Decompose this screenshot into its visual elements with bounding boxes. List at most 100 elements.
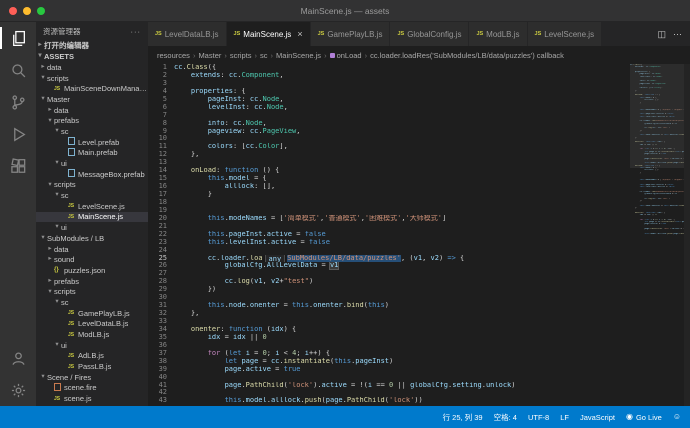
code-line[interactable]: 29 }) — [148, 286, 690, 294]
close-button[interactable] — [9, 7, 17, 15]
code-line[interactable]: 1cc.Class({ — [148, 64, 690, 72]
zoom-button[interactable] — [37, 7, 45, 15]
tree-folder[interactable]: ▾sc — [36, 297, 148, 308]
tab-mainscene-js[interactable]: JSMainScene.js× — [227, 22, 311, 46]
code-line[interactable]: 41 page.PathChild('lock').active = !(i =… — [148, 382, 690, 390]
settings-gear-icon[interactable] — [0, 374, 36, 406]
code-line[interactable]: 20 this.modeNames = ['简单模式','普通模式','困难模式… — [148, 215, 690, 223]
code-line[interactable]: 17 } — [148, 191, 690, 199]
minimize-button[interactable] — [23, 7, 31, 15]
extensions-icon[interactable] — [0, 150, 36, 182]
tree-folder[interactable]: ▾prefabs — [36, 115, 148, 126]
code-line[interactable]: 10 — [148, 135, 690, 143]
tree-folder[interactable]: ▾scripts — [36, 73, 148, 84]
tree-file[interactable]: JSPassLB.js — [36, 361, 148, 372]
assets-section[interactable]: ▾ ASSETS — [36, 51, 148, 62]
code-line[interactable]: 4 properties: { — [148, 88, 690, 96]
code-line[interactable]: 21 — [148, 223, 690, 231]
tree-file[interactable]: JSMainScene.js — [36, 212, 148, 223]
tree-file[interactable]: Main.prefab — [36, 148, 148, 159]
code-line[interactable]: 35 idx = idx || 0 — [148, 334, 690, 342]
tree-folder[interactable]: ▸data — [36, 244, 148, 255]
more-actions-icon[interactable]: ⋯ — [673, 29, 682, 40]
open-editors-section[interactable]: ▸ 打开的编辑器 — [36, 40, 148, 51]
tree-file[interactable]: JSAdLB.js — [36, 351, 148, 362]
code-line[interactable]: 32 }, — [148, 310, 690, 318]
code-line[interactable]: 13 — [148, 159, 690, 167]
go-live[interactable]: ◉Go Live — [626, 413, 662, 422]
code-line[interactable]: 34 onenter: function (idx) { — [148, 326, 690, 334]
breadcrumb-item[interactable]: onLoad — [330, 51, 362, 60]
code-line[interactable]: 12 }, — [148, 151, 690, 159]
code-line[interactable]: 19 — [148, 207, 690, 215]
tree-file[interactable]: {}puzzles.json — [36, 265, 148, 276]
code-line[interactable]: 15 this.model = { — [148, 175, 690, 183]
code-line[interactable]: 8 info: cc.Node, — [148, 120, 690, 128]
split-editor-icon[interactable]: ◫ — [657, 29, 666, 40]
code-line[interactable]: 18 — [148, 199, 690, 207]
code-line[interactable]: 7 — [148, 112, 690, 120]
code-line[interactable]: 43 this.model.alllock.push(page.PathChil… — [148, 397, 690, 405]
tree-folder[interactable]: ▾Scene / Fires — [36, 372, 148, 383]
tree-file[interactable]: JSLevelDataLB.js — [36, 319, 148, 330]
code-line[interactable]: 3 — [148, 80, 690, 88]
breadcrumb-item[interactable]: cc.loader.loadRes('SubModules/LB/data/pu… — [370, 51, 564, 60]
tree-folder[interactable]: ▸sound — [36, 254, 148, 265]
tree-folder[interactable]: ▸data — [36, 105, 148, 116]
tree-folder[interactable]: ▾ui — [36, 340, 148, 351]
code-line[interactable]: 39 page.active = true — [148, 366, 690, 374]
code-line[interactable]: 37 for (let i = 0; i < 4; i++) { — [148, 350, 690, 358]
account-icon[interactable] — [0, 342, 36, 374]
close-icon[interactable]: × — [297, 30, 302, 39]
search-icon[interactable] — [0, 54, 36, 86]
code-line[interactable]: 30 — [148, 294, 690, 302]
tree-file[interactable]: JSscene.js — [36, 393, 148, 404]
tree-file[interactable]: Level.prefab — [36, 137, 148, 148]
code-line[interactable]: 28 cc.log(v1, v2+"test") — [148, 278, 690, 286]
code-line[interactable]: 38 let page = cc.instantiate(this.pageIn… — [148, 358, 690, 366]
breadcrumb-item[interactable]: sc — [260, 51, 268, 60]
breadcrumb-item[interactable]: Master — [198, 51, 221, 60]
tree-file[interactable]: JSMainSceneDownManager.js — [36, 83, 148, 94]
explorer-icon[interactable] — [0, 22, 36, 54]
tree-folder[interactable]: ▾ui — [36, 222, 148, 233]
feedback[interactable]: ☺ — [673, 413, 681, 421]
tree-file[interactable]: JSLevelScene.js — [36, 201, 148, 212]
breadcrumb-item[interactable]: resources — [157, 51, 190, 60]
code-line[interactable]: 27 — [148, 270, 690, 278]
tab-leveldatalb-js[interactable]: JSLevelDataLB.js — [148, 22, 227, 46]
tree-file[interactable]: JSGamePlayLB.js — [36, 308, 148, 319]
code-line[interactable]: 5 pageInst: cc.Node, — [148, 96, 690, 104]
language-mode[interactable]: JavaScript — [580, 413, 615, 422]
breadcrumb-item[interactable]: MainScene.js — [276, 51, 321, 60]
tab-levelscene-js[interactable]: JSLevelScene.js — [528, 22, 603, 46]
eol[interactable]: LF — [560, 413, 569, 422]
code-line[interactable]: 36 — [148, 342, 690, 350]
minimap[interactable]: cc.Class({ extends: cc.Component, proper… — [630, 64, 684, 406]
code-line[interactable]: 14 onLoad: function () { — [148, 167, 690, 175]
breadcrumb-item[interactable]: scripts — [230, 51, 252, 60]
tree-folder[interactable]: ▸data — [36, 62, 148, 73]
tab-modlb-js[interactable]: JSModLB.js — [469, 22, 527, 46]
tree-folder[interactable]: ▾scripts — [36, 286, 148, 297]
code-line[interactable]: 31 this.node.onenter = this.onenter.bind… — [148, 302, 690, 310]
tree-folder[interactable]: ▾scripts — [36, 180, 148, 191]
code-line[interactable]: 22 this.pageInst.active = false — [148, 231, 690, 239]
encoding[interactable]: UTF-8 — [528, 413, 549, 422]
tree-folder[interactable]: ▾sc — [36, 190, 148, 201]
code-line[interactable]: 33 — [148, 318, 690, 326]
tree-file[interactable]: scene.fire — [36, 383, 148, 394]
code-line[interactable]: 24 — [148, 247, 690, 255]
code-line[interactable]: 11 colors: [cc.Color], — [148, 143, 690, 151]
code-editor[interactable]: 1cc.Class({2 extends: cc.Component,34 pr… — [148, 64, 690, 406]
code-line[interactable]: 2 extends: cc.Component, — [148, 72, 690, 80]
source-control-icon[interactable] — [0, 86, 36, 118]
code-line[interactable]: 9 pageview: cc.PageView, — [148, 128, 690, 136]
tree-folder[interactable]: ▸prefabs — [36, 276, 148, 287]
editor-scrollbar[interactable] — [684, 64, 690, 406]
code-line[interactable]: 23 this.levelInst.active = false — [148, 239, 690, 247]
tab-gameplaylb-js[interactable]: JSGamePlayLB.js — [311, 22, 391, 46]
tree-folder[interactable]: ▾sc — [36, 126, 148, 137]
code-line[interactable]: 6 levelInst: cc.Node, — [148, 104, 690, 112]
indentation[interactable]: 空格: 4 — [494, 412, 517, 423]
